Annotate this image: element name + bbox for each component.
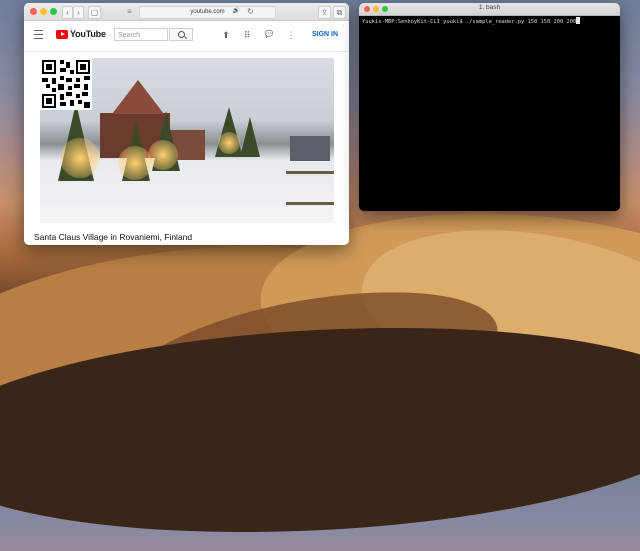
back-button[interactable]: ‹ [62,6,73,19]
share-icon[interactable]: ⇪ [318,6,331,19]
forward-button[interactable]: › [73,6,84,19]
zoom-window-button[interactable] [50,8,57,15]
lights-glow [148,140,178,170]
search-button[interactable] [169,28,193,41]
fence-shape [286,171,334,205]
messages-icon[interactable]: 💬 [264,30,274,40]
terminal-title: 1. bash [478,4,501,11]
qr-code-image [40,58,92,110]
building-roof-shape [112,80,164,114]
safari-window[interactable]: ‹ › ▢ ≡ youtube.com 🔊 ↻ ⇪ ⧉ YouTube Sear… [24,3,349,245]
logo-text: YouTube [70,29,106,39]
text-cursor [576,17,581,24]
reload-icon[interactable]: ↻ [246,6,255,17]
safari-toolbar[interactable]: ‹ › ▢ ≡ youtube.com 🔊 ↻ ⇪ ⧉ [24,3,349,21]
youtube-play-icon [56,30,68,39]
tabs-icon[interactable]: ⧉ [333,6,346,19]
lights-glow [60,138,100,178]
terminal-command-line[interactable]: Yuukis-MBP:SenboyKit-CLI yuuki$ ./sample… [362,17,581,25]
video-title[interactable]: Santa Claus Village in Rovaniemi, Finlan… [34,232,192,242]
menu-icon[interactable] [34,30,43,39]
terminal-titlebar[interactable]: 1. bash [359,3,620,16]
lights-glow [218,132,240,154]
video-player[interactable] [40,58,334,223]
sign-in-button[interactable]: SIGN IN [312,31,338,38]
reader-icon[interactable]: ≡ [124,6,135,17]
volume-icon[interactable]: 🔊 [230,6,243,17]
terminal-prompt: Yuukis-MBP:SenboyKit-CLI yuuki$ [362,19,466,25]
upload-icon[interactable]: ⬆ [221,30,231,40]
apps-icon[interactable]: ⠿ [242,30,252,40]
youtube-header: YouTube Search ⬆ ⠿ 💬 ⋮ SIGN IN [24,21,349,52]
search-input[interactable]: Search [114,28,168,41]
search-icon [178,31,185,38]
address-bar[interactable]: youtube.com [139,6,276,19]
terminal-window[interactable]: 1. bash Yuukis-MBP:SenboyKit-CLI yuuki$ … [359,3,620,211]
minimize-window-button[interactable] [40,8,47,15]
close-window-button[interactable] [30,8,37,15]
sidebar-icon[interactable]: ▢ [88,6,101,19]
lights-glow [118,146,152,180]
more-icon[interactable]: ⋮ [286,30,296,40]
terminal-command: ./sample_reader.py 150 150 200 200 [465,19,577,25]
building-shape [290,136,330,161]
tree-shape [240,117,260,157]
